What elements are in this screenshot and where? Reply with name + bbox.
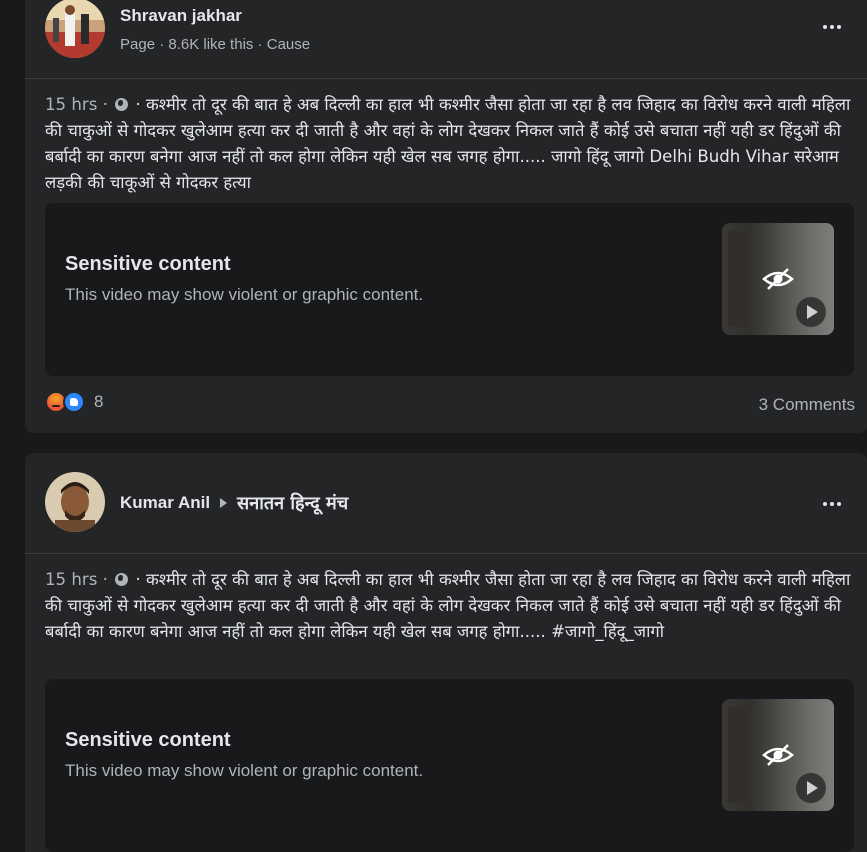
author-name[interactable]: Shravan jakhar [120, 6, 242, 26]
timestamp[interactable]: 15 hrs · [45, 570, 108, 589]
arrow-right-icon [220, 498, 228, 508]
post-body: · कश्मीर तो दूर की बात हे अब दिल्ली का ह… [45, 570, 851, 641]
video-thumbnail[interactable] [722, 223, 834, 335]
avatar[interactable] [45, 472, 105, 532]
avatar[interactable] [45, 0, 105, 58]
post-body: · कश्मीर तो दूर की बात हे अब दिल्ली का ह… [45, 95, 851, 192]
page-meta: Page · 8.6K like this · Cause [120, 36, 311, 53]
post-text: 15 hrs · · कश्मीर तो दूर की बात हे अब दि… [45, 92, 853, 196]
globe-icon [115, 573, 129, 586]
sensitive-title: Sensitive content [65, 729, 231, 751]
divider [25, 78, 867, 79]
post-card: Shravan jakhar Page · 8.6K like this · C… [25, 0, 867, 433]
sensitive-title: Sensitive content [65, 253, 231, 275]
reaction-count: 8 [94, 392, 104, 411]
play-icon[interactable] [796, 297, 826, 327]
more-options-icon[interactable] [823, 502, 841, 506]
like-reaction-icon [63, 391, 85, 413]
hidden-eye-icon [762, 268, 794, 290]
reactions-summary[interactable]: 8 [45, 391, 103, 413]
sensitive-content-box[interactable]: Sensitive content This video may show vi… [45, 203, 854, 376]
author-name[interactable]: Kumar Anil [120, 493, 210, 513]
globe-icon [115, 98, 129, 111]
timestamp[interactable]: 15 hrs · [45, 95, 108, 114]
divider [25, 553, 867, 554]
hidden-eye-icon [762, 744, 794, 766]
author-row: Kumar Anil सनातन हिन्दू मंच [120, 491, 348, 515]
more-options-icon[interactable] [823, 25, 841, 29]
sensitive-content-box[interactable]: Sensitive content This video may show vi… [45, 679, 854, 852]
group-name[interactable]: सनातन हिन्दू मंच [237, 491, 348, 515]
sensitive-description: This video may show violent or graphic c… [65, 285, 424, 304]
sensitive-description: This video may show violent or graphic c… [65, 761, 424, 780]
video-thumbnail[interactable] [722, 699, 834, 811]
comments-link[interactable]: 3 Comments [759, 395, 855, 415]
post-card: Kumar Anil सनातन हिन्दू मंच 15 hrs · · क… [25, 453, 867, 852]
play-icon[interactable] [796, 773, 826, 803]
post-text: 15 hrs · · कश्मीर तो दूर की बात हे अब दि… [45, 567, 853, 645]
